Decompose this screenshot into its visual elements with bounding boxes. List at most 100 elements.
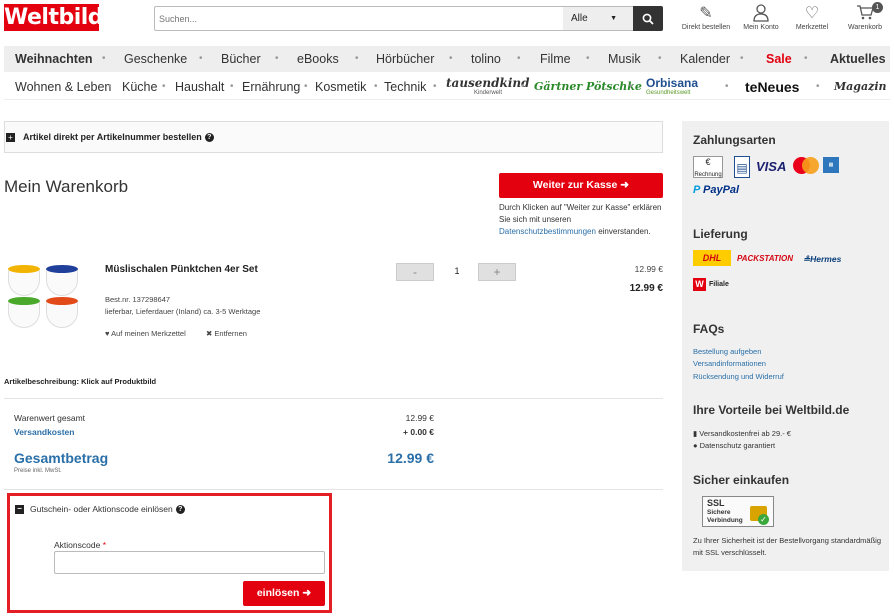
close-icon: ✖	[206, 329, 213, 338]
dhl-logo: DHL	[693, 250, 731, 266]
faq-link-versand[interactable]: Versandinformationen	[693, 359, 766, 368]
faq-link-bestellung[interactable]: Bestellung aufgeben	[693, 347, 761, 356]
invoice-label: Rechnung	[694, 172, 722, 178]
nav-item-tolino[interactable]: tolino	[471, 46, 501, 72]
nav-separator: •	[102, 53, 106, 64]
nav-item-gaertner-poetschke[interactable]: Gärtner Pötschke	[534, 74, 642, 100]
faq-link-ruecksendung[interactable]: Rücksendung und Widerruf	[693, 372, 784, 381]
help-icon[interactable]: ?	[204, 133, 214, 143]
goods-total-value: 12.99 €	[405, 413, 434, 423]
filiale-label: Filiale	[709, 281, 729, 288]
nav-item-aktuelles[interactable]: Aktuelles	[830, 46, 886, 72]
advantage-privacy-label: Datenschutz garantiert	[699, 441, 776, 450]
ssl-badge: SSL Sichere Verbindung ✓	[702, 496, 774, 527]
nav-separator: •	[162, 81, 166, 92]
quantity-increase-button[interactable]: +	[478, 263, 516, 281]
secure-note: Zu Ihrer Sicherheit ist der Bestellvorga…	[693, 536, 882, 557]
checkout-button[interactable]: Weiter zur Kasse ➜	[499, 173, 663, 198]
payment-title: Zahlungsarten	[693, 133, 776, 147]
privacy-link[interactable]: Datenschutzbestimmungen	[499, 227, 596, 236]
phone-icon: ▮	[693, 429, 698, 438]
remove-item-link[interactable]: ✖ Entfernen	[206, 329, 247, 338]
vat-note: Preise inkl. MwSt.	[14, 468, 62, 474]
direct-order-link[interactable]: ✎ Direkt bestellen	[681, 4, 731, 31]
checkout-note-text: Durch Klicken auf "Weiter zur Kasse" erk…	[499, 203, 662, 224]
remove-item-label: Entfernen	[214, 329, 247, 338]
search-bar: Alle ▼	[154, 6, 663, 31]
nav-separator: •	[586, 53, 590, 64]
wishlist-link[interactable]: ♡ Merkzettel	[792, 4, 832, 31]
checkout-label: Weiter zur Kasse	[532, 179, 618, 191]
main-navigation: Weihnachten • Geschenke • Bücher • eBook…	[4, 46, 890, 72]
order-icon: ✎	[699, 5, 713, 22]
secure-title: Sicher einkaufen	[693, 473, 790, 487]
product-image[interactable]	[6, 262, 86, 332]
nav-item-hoerbuecher[interactable]: Hörbücher	[376, 46, 434, 72]
checkout-note-end: einverstanden.	[598, 227, 651, 236]
coupon-label: Gutschein- oder Aktionscode einlösen	[30, 504, 173, 514]
quantity-decrease-button[interactable]: -	[396, 263, 434, 281]
info-icon: ●	[693, 441, 698, 450]
nav-separator: •	[804, 53, 808, 64]
nav-item-geschenke[interactable]: Geschenke	[124, 46, 187, 72]
heart-icon: ♡	[804, 5, 820, 22]
account-label: Mein Konto	[743, 24, 779, 31]
tausendkind-subtitle: Kinderwelt	[474, 90, 503, 96]
nav-item-magazin[interactable]: Magazin	[834, 74, 887, 100]
search-icon	[642, 13, 654, 25]
item-total-price: 12.99 €	[629, 283, 663, 294]
paypal-logo: P PayPal	[693, 184, 740, 196]
help-icon[interactable]: ?	[175, 505, 185, 515]
weltbild-logo[interactable]: Weltbild	[4, 4, 104, 31]
hermes-label: Hermes	[810, 254, 842, 264]
nav-item-kalender[interactable]: Kalender	[680, 46, 730, 72]
nav-separator: •	[275, 53, 279, 64]
sidebar: Zahlungsarten € Rechnung ▤ VISA ▦ P PayPa…	[682, 121, 889, 571]
chevron-down-icon: ▼	[610, 15, 617, 22]
orbisana-subtitle: Gesundheitswelt	[646, 90, 691, 96]
add-to-wishlist-link[interactable]: ♥ Auf meinen Merkzettel	[105, 329, 186, 338]
nav-item-teneues[interactable]: teNeues	[745, 74, 799, 100]
nav-separator: •	[108, 81, 112, 92]
search-input[interactable]	[159, 10, 559, 28]
nav-item-weihnachten[interactable]: Weihnachten	[15, 46, 93, 72]
nav-separator: •	[304, 81, 308, 92]
nav-item-kosmetik[interactable]: Kosmetik	[315, 74, 366, 100]
quantity-value[interactable]: 1	[447, 266, 467, 276]
nav-item-technik[interactable]: Technik	[384, 74, 426, 100]
advantage-shipping: ▮ Versandkostenfrei ab 29.- €	[693, 429, 791, 438]
nav-item-ernaehrung[interactable]: Ernährung	[242, 74, 300, 100]
bank-icon: ▤	[734, 156, 750, 178]
nav-item-sale[interactable]: Sale	[766, 46, 792, 72]
category-select[interactable]: Alle ▼	[563, 7, 633, 30]
nav-item-filme[interactable]: Filme	[540, 46, 571, 72]
nav-item-musik[interactable]: Musik	[608, 46, 641, 72]
required-marker: *	[102, 540, 106, 550]
nav-item-wohnen[interactable]: Wohnen & Leben	[15, 74, 111, 100]
nav-item-ebooks[interactable]: eBooks	[297, 46, 339, 72]
coupon-code-input[interactable]	[54, 551, 325, 574]
account-link[interactable]: Mein Konto	[740, 4, 782, 31]
nav-separator: •	[816, 81, 820, 92]
direct-order-panel[interactable]: + Artikel direkt per Artikelnummer beste…	[4, 121, 663, 153]
invoice-icon: € Rechnung	[693, 156, 723, 178]
minus-icon[interactable]: −	[15, 505, 24, 514]
plus-icon: +	[6, 133, 15, 142]
nav-item-buecher[interactable]: Bücher	[221, 46, 261, 72]
check-icon: ✓	[758, 514, 769, 525]
direct-order-toggle[interactable]: Artikel direkt per Artikelnummer bestell…	[23, 132, 214, 143]
search-button[interactable]	[633, 6, 663, 31]
amex-logo: ▦	[823, 157, 839, 173]
nav-item-haushalt[interactable]: Haushalt	[175, 74, 224, 100]
cart-count-badge: 1	[872, 2, 883, 13]
nav-item-kueche[interactable]: Küche	[122, 74, 157, 100]
redeem-button[interactable]: einlösen ➜	[243, 581, 325, 606]
redeem-label: einlösen	[256, 587, 300, 599]
shipping-costs-value: + 0.00 €	[403, 427, 434, 437]
heart-icon: ♥	[105, 329, 110, 338]
product-name[interactable]: Müslischalen Pünktchen 4er Set	[105, 264, 258, 275]
wishlist-label: Merkzettel	[795, 24, 829, 31]
coupon-field-label: Aktionscode *	[54, 540, 106, 550]
shipping-costs-link[interactable]: Versandkosten	[14, 427, 74, 437]
coupon-toggle[interactable]: Gutschein- oder Aktionscode einlösen?	[30, 504, 185, 515]
